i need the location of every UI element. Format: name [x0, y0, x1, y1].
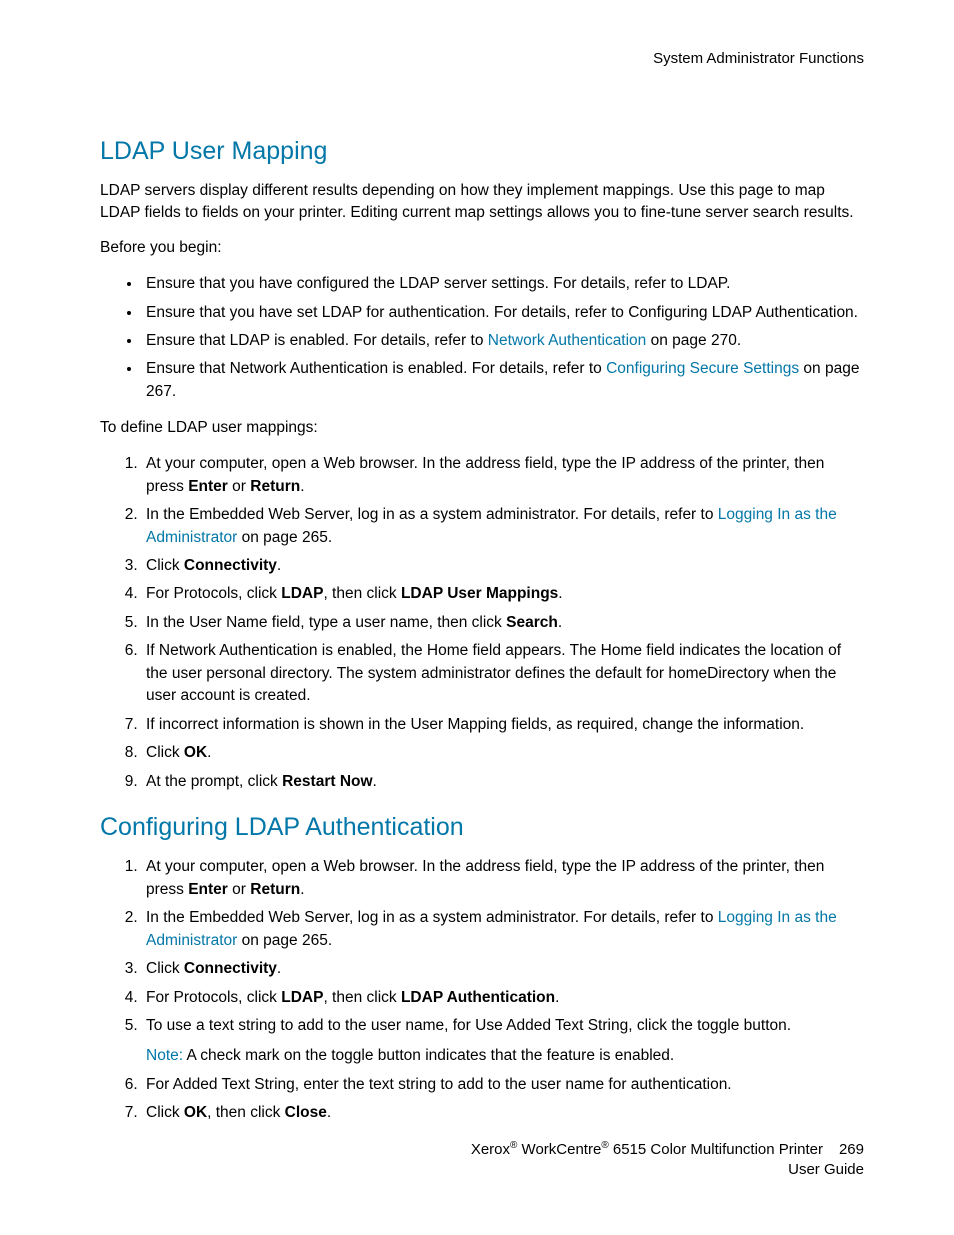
intro-paragraph: LDAP servers display different results d…	[100, 180, 864, 223]
text: .	[327, 1104, 331, 1121]
footer-product: WorkCentre	[517, 1141, 601, 1158]
list-item: Ensure that you have configured the LDAP…	[142, 273, 864, 295]
page-footer: Xerox® WorkCentre® 6515 Color Multifunct…	[471, 1139, 864, 1181]
footer-doc-type: User Guide	[471, 1160, 864, 1180]
text: .	[558, 614, 562, 631]
note-text: A check mark on the toggle button indica…	[183, 1047, 674, 1064]
registered-icon: ®	[601, 1140, 608, 1151]
ldap-mapping-steps: At your computer, open a Web browser. In…	[100, 453, 864, 793]
text: In the Embedded Web Server, log in as a …	[146, 909, 718, 926]
list-item: Click Connectivity.	[142, 555, 864, 577]
list-item: At your computer, open a Web browser. In…	[142, 453, 864, 498]
text: Ensure that Network Authentication is en…	[146, 360, 606, 377]
list-item: Ensure that you have set LDAP for authen…	[142, 302, 864, 324]
list-item: Click Connectivity.	[142, 958, 864, 980]
list-item: At your computer, open a Web browser. In…	[142, 856, 864, 901]
bold-text: Restart Now	[282, 773, 372, 790]
bold-text: Enter	[188, 478, 228, 495]
link-configuring-secure-settings[interactable]: Configuring Secure Settings	[606, 360, 799, 377]
list-item: Ensure that LDAP is enabled. For details…	[142, 330, 864, 352]
text: .	[555, 989, 559, 1006]
note-label: Note:	[146, 1047, 183, 1064]
list-item: For Protocols, click LDAP, then click LD…	[142, 987, 864, 1009]
text: .	[277, 960, 281, 977]
text: Ensure that LDAP is enabled. For details…	[146, 332, 488, 349]
text: At the prompt, click	[146, 773, 282, 790]
bold-text: Return	[250, 478, 300, 495]
document-page: System Administrator Functions LDAP User…	[0, 0, 954, 1235]
list-item: In the User Name field, type a user name…	[142, 612, 864, 634]
text: In the Embedded Web Server, log in as a …	[146, 506, 718, 523]
bold-text: LDAP	[281, 585, 323, 602]
text: For Protocols, click	[146, 989, 281, 1006]
page-number: 269	[839, 1140, 864, 1160]
text: In the User Name field, type a user name…	[146, 614, 506, 631]
section-heading-configuring-ldap-auth: Configuring LDAP Authentication	[100, 813, 864, 842]
text: .	[558, 585, 562, 602]
list-item: In the Embedded Web Server, log in as a …	[142, 504, 864, 549]
text: , then click	[323, 585, 401, 602]
bold-text: Enter	[188, 881, 228, 898]
page-header: System Administrator Functions	[100, 50, 864, 67]
text: , then click	[207, 1104, 285, 1121]
list-item: If Network Authentication is enabled, th…	[142, 640, 864, 707]
bold-text: OK	[184, 1104, 207, 1121]
text: , then click	[323, 989, 401, 1006]
text: on page 265.	[237, 932, 332, 949]
ldap-auth-steps: At your computer, open a Web browser. In…	[100, 856, 864, 1125]
text: or	[228, 478, 250, 495]
bold-text: OK	[184, 744, 207, 761]
text: on page 265.	[237, 529, 332, 546]
text: Click	[146, 960, 184, 977]
bold-text: Connectivity	[184, 960, 277, 977]
text: Click	[146, 1104, 184, 1121]
bold-text: LDAP	[281, 989, 323, 1006]
bold-text: Connectivity	[184, 557, 277, 574]
text: .	[277, 557, 281, 574]
footer-brand: Xerox	[471, 1141, 510, 1158]
list-item: If incorrect information is shown in the…	[142, 714, 864, 736]
text: on page 270.	[646, 332, 741, 349]
text: .	[300, 881, 304, 898]
bold-text: Search	[506, 614, 558, 631]
text: .	[373, 773, 377, 790]
text: To use a text string to add to the user …	[146, 1017, 791, 1034]
list-item: At the prompt, click Restart Now.	[142, 771, 864, 793]
text: .	[300, 478, 304, 495]
note-block: Note: A check mark on the toggle button …	[146, 1045, 864, 1067]
text: .	[207, 744, 211, 761]
bold-text: Close	[285, 1104, 327, 1121]
list-item: In the Embedded Web Server, log in as a …	[142, 907, 864, 952]
section-heading-ldap-user-mapping: LDAP User Mapping	[100, 137, 864, 166]
text: or	[228, 881, 250, 898]
list-item: Click OK, then click Close.	[142, 1102, 864, 1124]
bold-text: LDAP Authentication	[401, 989, 555, 1006]
before-you-begin-label: Before you begin:	[100, 237, 864, 259]
before-bullets: Ensure that you have configured the LDAP…	[100, 273, 864, 403]
bold-text: LDAP User Mappings	[401, 585, 558, 602]
list-item: For Added Text String, enter the text st…	[142, 1074, 864, 1096]
footer-model: 6515 Color Multifunction Printer	[609, 1141, 823, 1158]
text: Click	[146, 744, 184, 761]
list-item: Click OK.	[142, 742, 864, 764]
define-mappings-label: To define LDAP user mappings:	[100, 417, 864, 439]
text: For Protocols, click	[146, 585, 281, 602]
list-item: To use a text string to add to the user …	[142, 1015, 864, 1068]
list-item: Ensure that Network Authentication is en…	[142, 358, 864, 403]
link-network-authentication[interactable]: Network Authentication	[488, 332, 647, 349]
list-item: For Protocols, click LDAP, then click LD…	[142, 583, 864, 605]
bold-text: Return	[250, 881, 300, 898]
text: Click	[146, 557, 184, 574]
